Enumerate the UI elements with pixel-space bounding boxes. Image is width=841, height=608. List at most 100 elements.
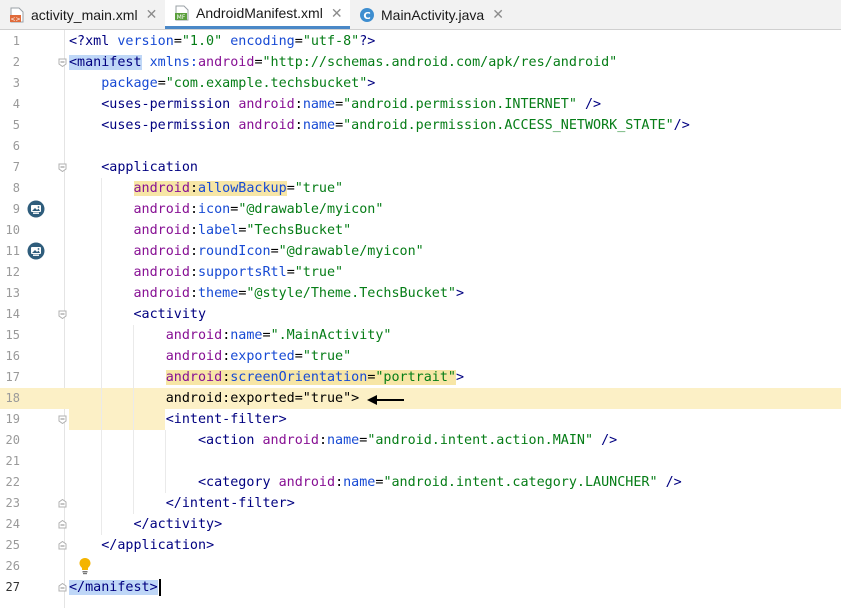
code-token: android — [133, 202, 190, 217]
tab-label: MainActivity.java — [381, 6, 485, 23]
code-token: <category — [198, 475, 271, 490]
line-number: 16 — [5, 349, 20, 363]
code-token: name — [302, 97, 336, 112]
indent-guide — [133, 325, 134, 514]
close-icon[interactable]: ✕ — [146, 6, 158, 23]
code-line[interactable]: 23 </intent-filter> — [0, 493, 841, 514]
fold-marker-icon[interactable] — [58, 163, 67, 172]
close-icon[interactable]: ✕ — [492, 6, 504, 23]
code-token: android — [133, 286, 190, 301]
fold-marker-icon[interactable] — [58, 310, 67, 319]
code-line[interactable]: 13 android:theme="@style/Theme.TechsBuck… — [0, 283, 841, 304]
code-token: exported — [230, 349, 295, 364]
tab-activity-main-xml[interactable]: <> activity_main.xml ✕ — [0, 0, 165, 29]
code-token: android — [238, 118, 295, 133]
fold-marker-icon[interactable] — [58, 583, 67, 592]
code-line[interactable]: 15 android:name=".MainActivity" — [0, 325, 841, 346]
code-editor[interactable]: 1 <?xml version="1.0" encoding="utf-8"?> 2… — [0, 30, 841, 608]
fold-marker-icon[interactable] — [58, 58, 67, 67]
code-line[interactable]: 18 android:exported="true"> — [0, 388, 841, 409]
fold-marker-icon[interactable] — [58, 520, 67, 529]
code-token: <? — [69, 34, 86, 49]
code-line[interactable]: 4 <uses-permission android:name="android… — [0, 94, 841, 115]
code-token: </intent-filter — [165, 496, 287, 511]
code-token: <uses-permission — [101, 118, 231, 133]
code-token: "android.intent.category.LAUNCHER" — [383, 475, 658, 490]
tab-androidmanifest-xml[interactable]: MF AndroidManifest.xml ✕ — [165, 0, 350, 29]
code-line[interactable]: 8 android:allowBackup="true" — [0, 178, 841, 199]
code-text: android:roundIcon="@drawable/myicon" — [69, 241, 424, 262]
code-token: <activity — [133, 307, 207, 322]
code-text: <application — [69, 157, 198, 178]
line-number: 23 — [5, 496, 20, 510]
code-line[interactable]: 20 <action android:name="android.intent.… — [0, 430, 841, 451]
code-line[interactable]: 14 <activity — [0, 304, 841, 325]
code-token: ?> — [359, 34, 376, 49]
code-token: /> — [657, 475, 682, 490]
code-token: : — [294, 97, 303, 112]
code-line[interactable]: 22 <category android:name="android.inten… — [0, 472, 841, 493]
code-line[interactable]: 10 android:label="TechsBucket" — [0, 220, 841, 241]
code-token: : — [189, 265, 198, 280]
code-token: = — [335, 118, 344, 133]
code-token: label — [198, 223, 239, 238]
code-token: = — [270, 244, 279, 259]
code-line[interactable]: 1 <?xml version="1.0" encoding="utf-8"?> — [0, 31, 841, 52]
drawable-preview-icon[interactable] — [27, 200, 45, 218]
fold-marker-icon[interactable] — [58, 415, 67, 424]
fold-marker-icon[interactable] — [58, 499, 67, 508]
code-line[interactable]: 3 package="com.example.techsbucket"> — [0, 73, 841, 94]
code-token: = — [335, 97, 344, 112]
line-number: 17 — [5, 370, 20, 384]
code-token: xml — [85, 34, 110, 49]
code-line[interactable]: 25 </application> — [0, 535, 841, 556]
code-line[interactable]: 27 </manifest> — [0, 577, 841, 598]
code-text: android:exported="true" — [69, 346, 351, 367]
code-line[interactable]: 16 android:exported="true" — [0, 346, 841, 367]
code-text: android:label="TechsBucket" — [69, 220, 352, 241]
code-token: = — [294, 34, 303, 49]
lightbulb-icon[interactable] — [78, 557, 92, 575]
code-token: : — [189, 286, 198, 301]
code-token: android — [133, 265, 190, 280]
code-token: android — [133, 244, 190, 259]
code-token: "android.intent.action.MAIN" — [367, 433, 594, 448]
close-icon[interactable]: ✕ — [331, 5, 343, 22]
code-token: "TechsBucket" — [246, 223, 352, 238]
code-text: </manifest> — [69, 577, 161, 598]
code-line[interactable]: 24 </activity> — [0, 514, 841, 535]
tab-mainactivity-java[interactable]: C MainActivity.java ✕ — [350, 0, 510, 29]
manifest-file-icon: MF — [174, 5, 190, 21]
fold-marker-icon[interactable] — [58, 541, 67, 550]
code-token: > — [286, 496, 295, 511]
code-line[interactable]: 26 — [0, 556, 841, 577]
line-number: 25 — [5, 538, 20, 552]
code-line[interactable]: 17 android:screenOrientation="portrait"> — [0, 367, 841, 388]
code-text: </intent-filter> — [69, 493, 295, 514]
code-line[interactable]: 21 — [0, 451, 841, 472]
code-token: android:exported="true"> — [165, 391, 360, 406]
code-line[interactable]: 11 android:roundIcon="@drawable/myicon" — [0, 241, 841, 262]
code-line[interactable]: 9 android:icon="@drawable/myicon" — [0, 199, 841, 220]
line-number: 9 — [12, 202, 20, 216]
svg-text:MF: MF — [177, 14, 186, 21]
line-number: 6 — [12, 139, 20, 153]
code-token: "utf-8" — [302, 34, 360, 49]
java-class-icon: C — [359, 7, 375, 23]
drawable-preview-icon[interactable] — [27, 242, 45, 260]
code-line[interactable]: 12 android:supportsRtl="true" — [0, 262, 841, 283]
code-line[interactable]: 19 <intent-filter> — [0, 409, 841, 430]
code-line[interactable]: 5 <uses-permission android:name="android… — [0, 115, 841, 136]
code-line[interactable]: 2 <manifest xmlns:android="http://schemas… — [0, 52, 841, 73]
code-token: </activity — [133, 517, 215, 532]
code-token: <manifest — [69, 55, 142, 70]
code-token: </manifest> — [69, 580, 158, 595]
line-number: 22 — [5, 475, 20, 489]
code-line[interactable]: 7 <application — [0, 157, 841, 178]
code-line[interactable]: 6 — [0, 136, 841, 157]
